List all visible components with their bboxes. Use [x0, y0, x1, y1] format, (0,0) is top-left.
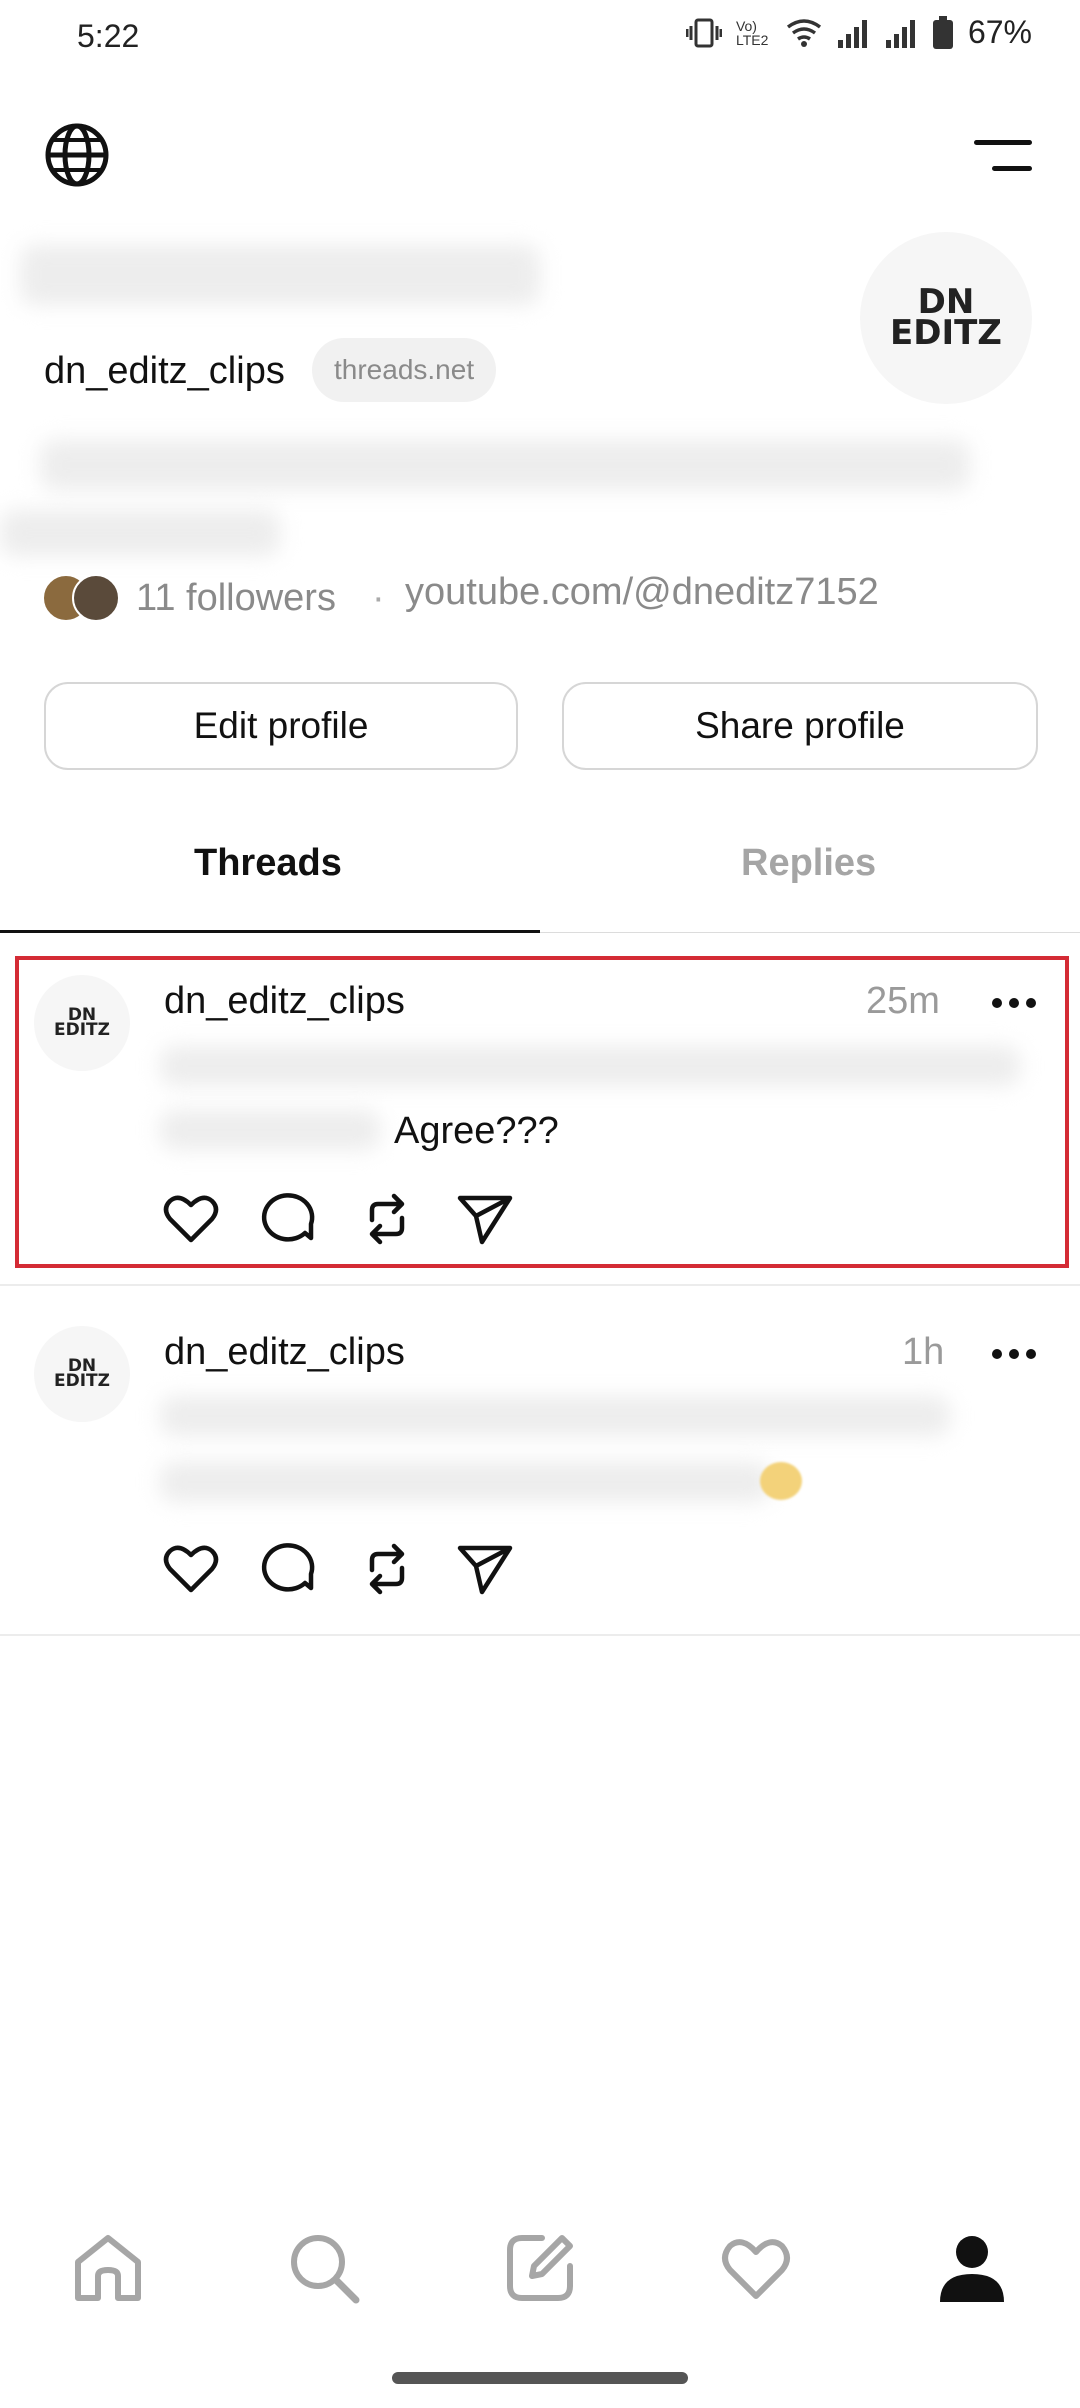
post-timestamp: 25m: [866, 980, 940, 1022]
home-icon[interactable]: [70, 2230, 146, 2306]
more-options-icon[interactable]: [990, 1347, 1038, 1361]
followers-count[interactable]: 11 followers: [136, 577, 336, 620]
comment-icon[interactable]: [260, 1190, 318, 1248]
post-text-blurred-2: [160, 1110, 380, 1150]
comment-icon[interactable]: [260, 1540, 318, 1598]
edit-profile-button[interactable]: Edit profile: [44, 682, 518, 770]
display-name-blurred: [20, 245, 540, 305]
profile-link[interactable]: youtube.com/@dneditz7152: [405, 571, 879, 614]
post-avatar[interactable]: DN EDITZ: [34, 975, 130, 1071]
follower-avatar-2: [72, 574, 120, 622]
signal-icon-2: [885, 19, 915, 48]
share-profile-button[interactable]: Share profile: [562, 682, 1038, 770]
network-label: Vo) LTE2: [735, 17, 769, 48]
share-icon[interactable]: [456, 1190, 514, 1248]
profile-avatar[interactable]: DN EDITZ: [860, 232, 1032, 404]
wifi-icon: [786, 18, 822, 47]
logo-line-2: EDITZ: [54, 1020, 110, 1040]
globe-icon[interactable]: [44, 122, 110, 188]
tab-divider: [540, 932, 1080, 933]
tab-threads[interactable]: Threads: [194, 842, 342, 885]
more-options-icon[interactable]: [990, 996, 1038, 1010]
tab-replies[interactable]: Replies: [741, 842, 876, 885]
logo-line-2: EDITZ: [890, 313, 1002, 353]
post-divider: [0, 1634, 1080, 1636]
menu-icon[interactable]: [974, 136, 1032, 176]
signal-icon: [837, 19, 867, 48]
share-icon[interactable]: [456, 1540, 514, 1598]
post-actions: [162, 1190, 522, 1250]
home-indicator[interactable]: [392, 2372, 688, 2384]
post-avatar[interactable]: DN EDITZ: [34, 1326, 130, 1422]
post-username[interactable]: dn_editz_clips: [164, 1331, 405, 1374]
vibrate-icon: [685, 18, 722, 47]
post-username[interactable]: dn_editz_clips: [164, 980, 405, 1023]
post-text-blurred: [160, 1046, 1020, 1086]
heart-icon[interactable]: [162, 1540, 220, 1598]
post-actions: [162, 1540, 522, 1600]
post-divider: [0, 1284, 1080, 1286]
follower-avatars[interactable]: [42, 574, 124, 622]
profile-username: dn_editz_clips: [44, 350, 285, 392]
domain-badge[interactable]: threads.net: [312, 338, 497, 402]
grin-emoji-icon: [760, 1462, 802, 1500]
compose-icon[interactable]: [502, 2230, 578, 2306]
status-time: 5:22: [77, 18, 140, 54]
post-text-blurred: [160, 1396, 950, 1436]
heart-icon[interactable]: [162, 1190, 220, 1248]
bio-blurred-2: [0, 510, 280, 556]
post-text-blurred-2: [160, 1462, 770, 1502]
tab-active-indicator: [0, 930, 540, 933]
post-timestamp: 1h: [902, 1331, 945, 1373]
activity-icon[interactable]: [718, 2230, 794, 2306]
repost-icon[interactable]: [358, 1540, 416, 1598]
bio-blurred: [40, 440, 970, 490]
search-icon[interactable]: [286, 2230, 362, 2306]
logo-line-2: EDITZ: [54, 1371, 110, 1391]
repost-icon[interactable]: [358, 1190, 416, 1248]
battery-icon: [932, 15, 953, 49]
post-text: Agree???: [394, 1110, 559, 1152]
battery-percent: 67%: [967, 14, 1032, 50]
separator-dot: ·: [372, 577, 385, 619]
status-icons: Vo) LTE2 67%: [685, 14, 1032, 51]
profile-icon[interactable]: [934, 2230, 1010, 2306]
